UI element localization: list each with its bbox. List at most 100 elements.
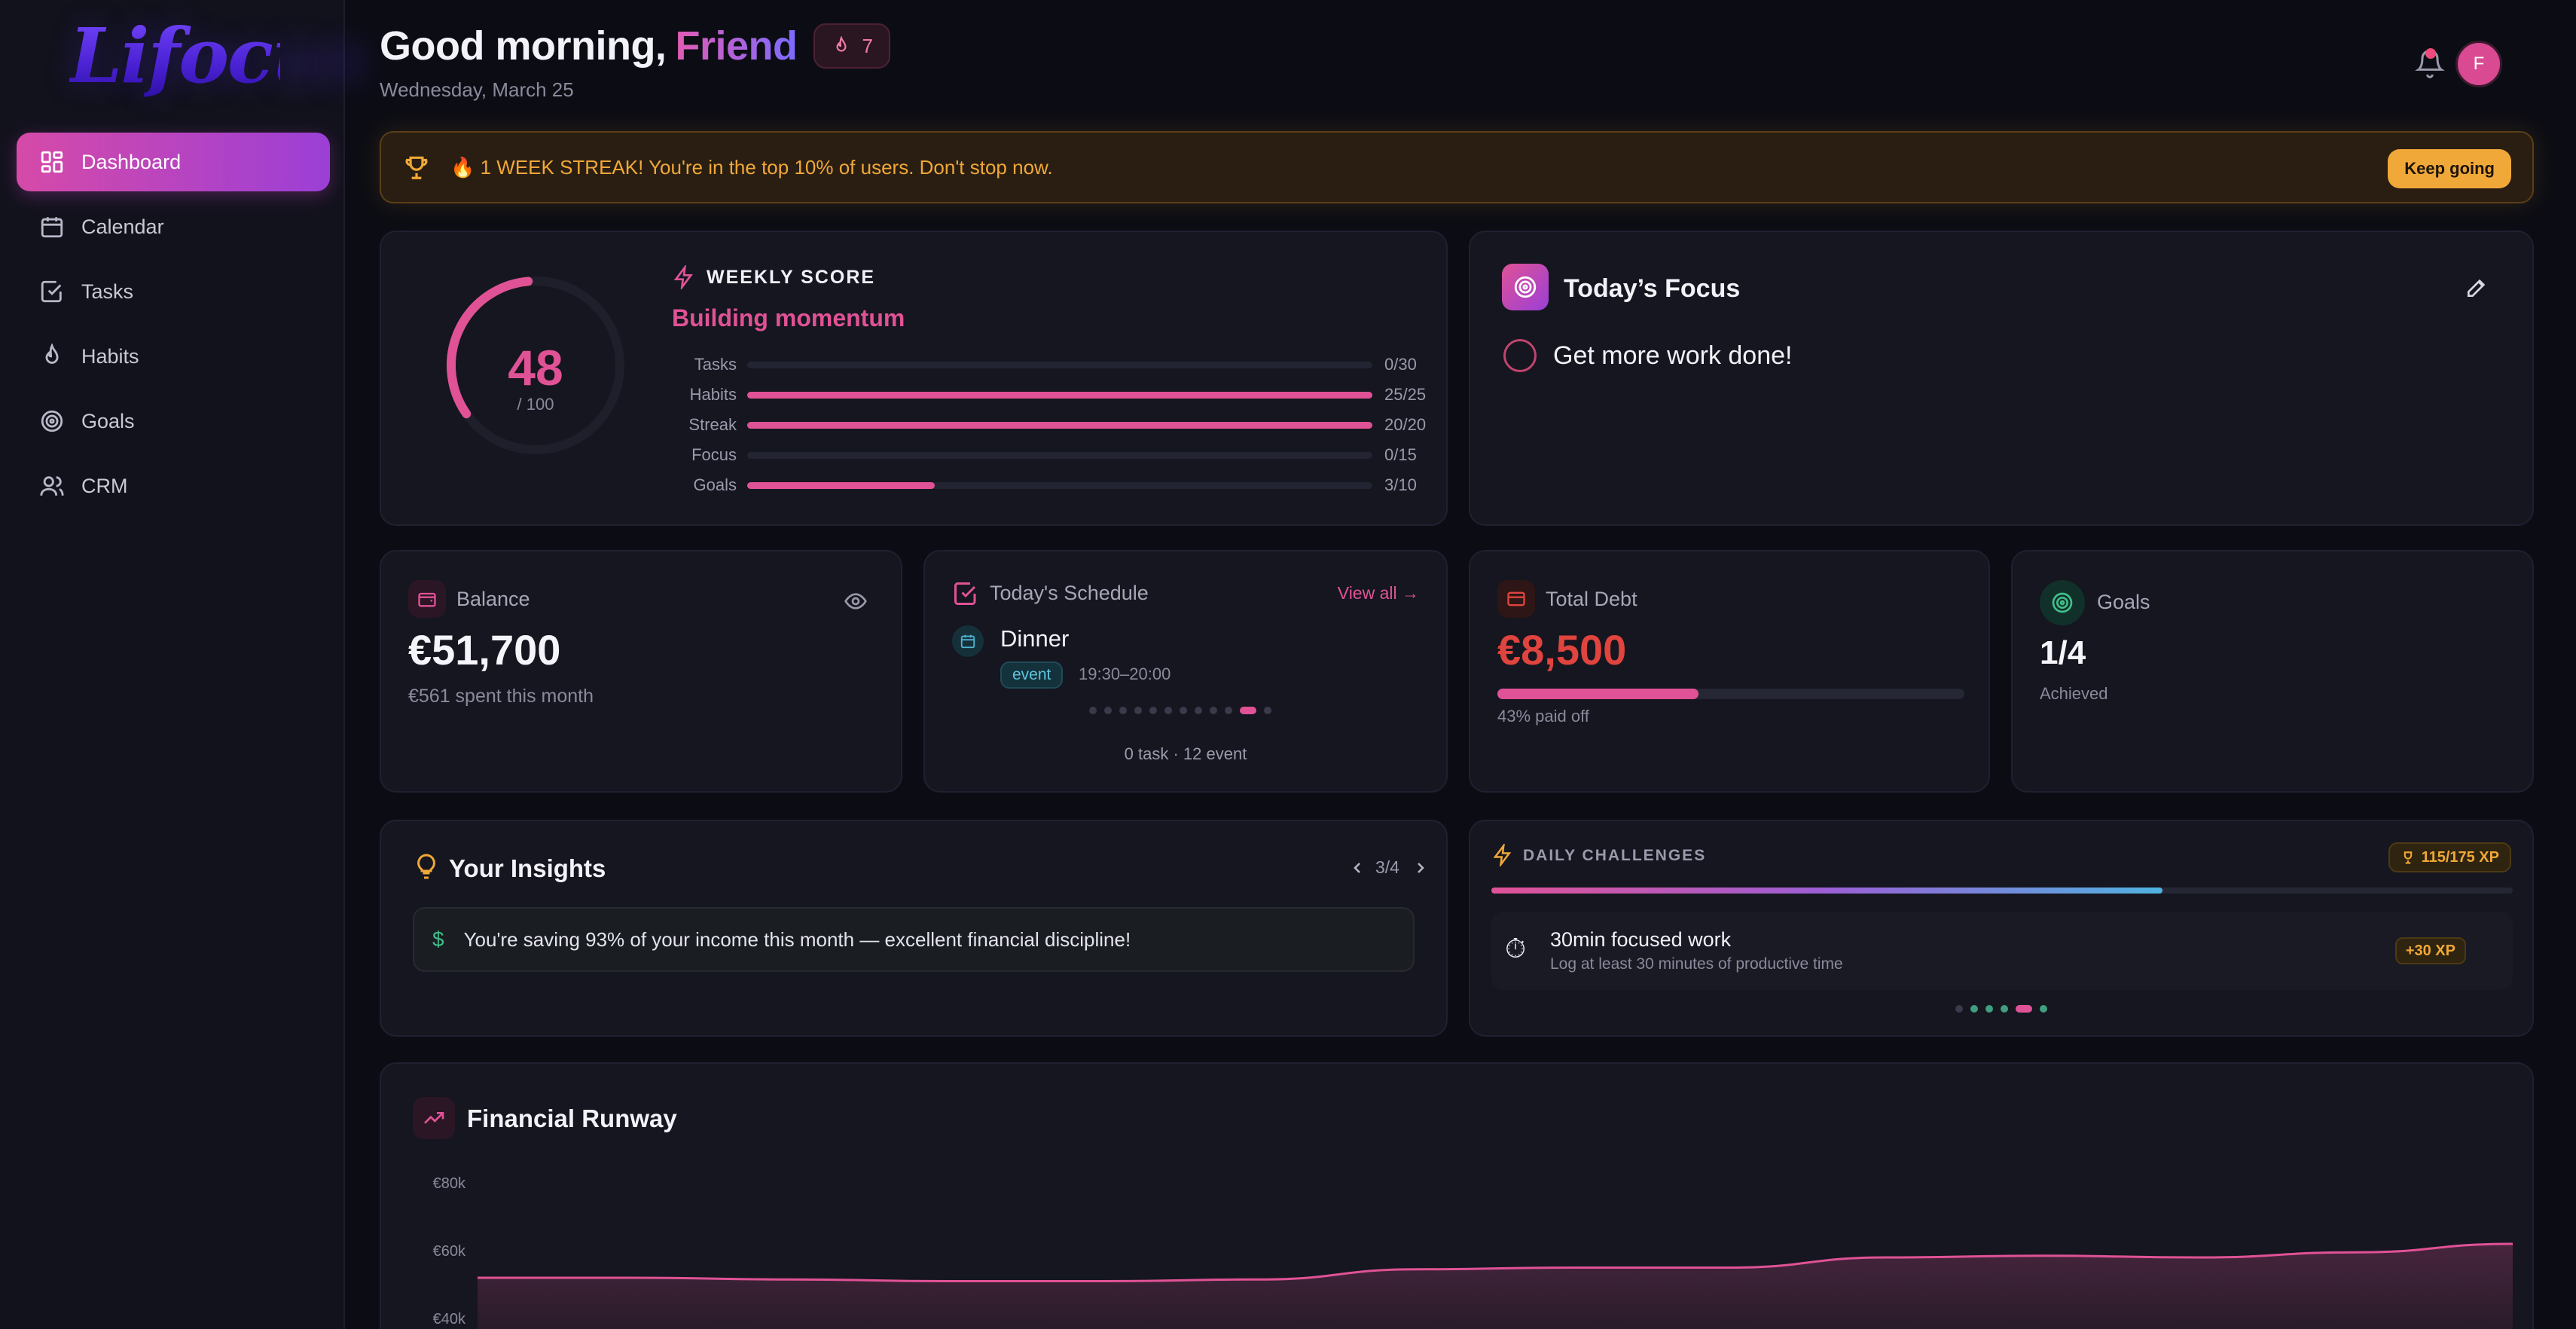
pager-dot[interactable] [1119,707,1127,714]
keep-going-button[interactable]: Keep going [2388,149,2511,188]
challenge-xp: +30 XP [2394,937,2466,964]
chevron-left-icon[interactable] [1348,859,1366,877]
score-bar-track [747,391,1372,399]
sidebar-item-label: Dashboard [81,150,182,173]
streak-banner: 🔥 1 WEEK STREAK! You're in the top 10% o… [380,131,2534,203]
score-bar-value: 0/30 [1384,355,1417,374]
insight-item: $ You're saving 93% of your income this … [413,907,1415,972]
sidebar-item-tasks[interactable]: Tasks [17,262,330,321]
runway-title: Financial Runway [467,1104,677,1132]
weekly-score-title: WEEKLY SCORE [707,266,876,288]
insight-text: You're saving 93% of your income this mo… [463,927,1131,951]
score-bar-label: Tasks [694,355,737,374]
pager-dot[interactable] [1210,707,1217,714]
score-bar-row: Focus 0/15 [672,440,1433,470]
goals-icon-box [2040,580,2085,625]
focus-icon-box [1502,264,1549,310]
weekly-score-card: 48 / 100 WEEKLY SCORE Building momentum … [380,231,1448,526]
app-logo[interactable]: Lifocus [69,11,368,101]
sidebar-item-goals[interactable]: Goals [17,392,330,451]
pager-dot[interactable] [1104,707,1112,714]
greeting-text: Good morning, [380,23,667,69]
daily-challenges-card: DAILY CHALLENGES 115/175 XP ⏱ 30min focu… [1469,820,2534,1037]
dollar-icon: $ [432,927,444,951]
calendar-icon [960,634,975,649]
challenges-progress-fill [1491,888,2162,894]
score-bar-track [747,421,1372,429]
score-bar-label: Focus [691,445,737,464]
pager-dot[interactable] [1089,707,1097,714]
users-icon [40,476,64,496]
challenges-pager [1470,1005,2532,1013]
pencil-icon[interactable] [2465,276,2489,300]
trophy-icon [2404,851,2412,864]
pager-dot[interactable] [1195,707,1202,714]
pager-dot[interactable] [1970,1005,1978,1013]
score-bar-track [747,481,1372,489]
focus-item[interactable]: Get more work done! [1503,339,1792,372]
pager-dot[interactable] [1264,707,1271,714]
pager-dot[interactable] [1149,707,1157,714]
score-bar-fill [747,481,935,489]
card-icon-box [1497,580,1535,618]
focus-item-label: Get more work done! [1553,341,1793,370]
wallet-icon [418,592,436,607]
dashboard-icon [41,151,63,173]
check-square-icon [954,582,976,605]
avatar[interactable]: F [2455,41,2502,87]
focus-checkbox[interactable] [1503,339,1537,372]
challenge-item[interactable]: ⏱ 30min focused work Log at least 30 min… [1491,912,2513,990]
pager-dot[interactable] [2016,1005,2032,1013]
balance-note: €561 spent this month [408,686,594,707]
pager-dot[interactable] [1955,1005,1963,1013]
lightning-icon [673,265,693,289]
goals-label: Goals [2097,591,2150,613]
debt-note: 43% paid off [1497,707,1589,726]
schedule-title: Today's Schedule [990,582,1149,604]
score-value: 48 [508,340,563,396]
wallet-icon-box [408,580,446,618]
view-all-link[interactable]: View all → [1338,583,1419,603]
debt-amount: €8,500 [1497,626,1627,674]
lightning-icon [1493,844,1512,866]
trend-up-icon [424,1112,444,1124]
pager-dot[interactable] [1180,707,1187,714]
sidebar-item-calendar[interactable]: Calendar [17,197,330,256]
y-tick-label: €60k [433,1243,466,1260]
debt-progress [1497,689,1964,699]
score-bar-value: 3/10 [1384,475,1417,494]
challenge-subtitle: Log at least 30 minutes of productive ti… [1550,955,1843,973]
total-debt-card: Total Debt €8,500 43% paid off [1469,550,1990,793]
sidebar-item-habits[interactable]: Habits [17,327,330,386]
goals-note: Achieved [2040,684,2108,703]
streak-badge[interactable]: 7 [813,23,891,69]
balance-card: Balance €51,700 €561 spent this month [380,550,902,793]
score-bar-value: 25/25 [1384,385,1427,404]
sidebar-item-dashboard[interactable]: Dashboard [17,133,330,191]
y-tick-label: €80k [433,1175,466,1192]
xp-badge: 115/175 XP [2388,842,2511,872]
pager-dot[interactable] [2001,1005,2008,1013]
event-title[interactable]: Dinner [1000,625,1069,652]
todays-focus-card: Today’s Focus Get more work done! [1469,231,2534,526]
pager-dot[interactable] [2040,1005,2047,1013]
score-bar-row: Habits 25/25 [672,380,1433,410]
chevron-right-icon[interactable] [1412,859,1430,877]
target-icon [2052,592,2073,613]
score-bar-label: Streak [688,415,737,434]
pager-dot[interactable] [1134,707,1142,714]
pager-dot[interactable] [1225,707,1232,714]
sidebar-item-crm[interactable]: CRM [17,457,330,515]
pager-dot[interactable] [1240,707,1256,714]
pager-dot[interactable] [1985,1005,1993,1013]
score-bar-value: 20/20 [1384,415,1427,434]
insights-pager: 3/4 [1375,857,1399,877]
runway-chart: €80k€60k€40k€20k [433,1175,2513,1329]
page-title: Good morning, Friend 7 [380,23,891,69]
score-bar-fill [747,391,1372,399]
calendar-icon [41,217,63,238]
sidebar: Lifocus Dashboard Calendar Tasks Habits … [0,0,368,1329]
eye-icon[interactable] [844,589,868,613]
pager-dot[interactable] [1164,707,1172,714]
sidebar-item-label: Calendar [81,215,164,238]
